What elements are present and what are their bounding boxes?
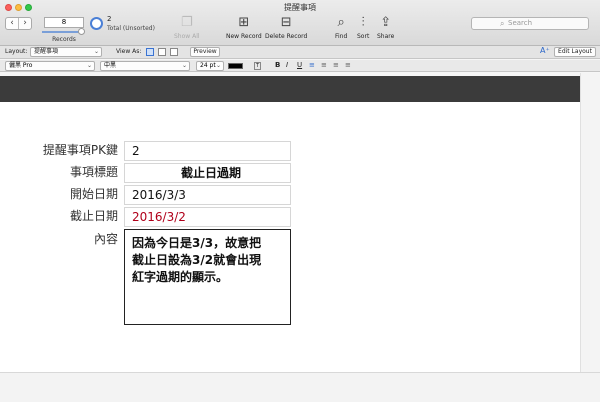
view-as-label: View As: xyxy=(116,48,142,55)
content-field[interactable]: 因為今日是3/3，故意把 截止日設為3/2就會出現 紅字過期的顯示。 xyxy=(124,229,291,325)
record-slider[interactable] xyxy=(42,31,82,33)
align-left-icon[interactable]: ≡ xyxy=(309,61,315,69)
sort-icon: ⫶ xyxy=(361,15,365,30)
pk-field[interactable]: 2 xyxy=(124,141,291,161)
align-right-icon[interactable]: ≡ xyxy=(333,61,339,69)
table-view-icon[interactable] xyxy=(170,48,178,56)
pie-chart-icon xyxy=(90,17,103,30)
show-all-icon: ❐ xyxy=(180,15,193,30)
size-select-value: 24 pt xyxy=(200,62,216,69)
formatting-bar: 儷黑 Pro ⌄ 中黑 ⌄ 24 pt ⌄ T B I U ≡ ≡ ≡ ≡ xyxy=(0,60,600,72)
preview-button[interactable]: Preview xyxy=(190,47,220,57)
delete-record-icon: ⊟ xyxy=(280,15,292,30)
align-center-icon[interactable]: ≡ xyxy=(321,61,327,69)
new-record-icon: ⊞ xyxy=(238,15,250,30)
due-date-label: 截止日期 xyxy=(69,209,118,223)
start-date-field[interactable]: 2016/3/3 xyxy=(124,185,291,205)
new-record-button[interactable]: ⊞ New Record xyxy=(226,15,262,40)
layout-select[interactable]: 提醒事項 ⌄ xyxy=(30,47,102,57)
find-button[interactable]: ⌕ Find xyxy=(335,15,347,40)
layout-label: Layout: xyxy=(5,48,28,55)
title-label: 事項標題 xyxy=(69,165,118,179)
chevron-right-icon[interactable]: › xyxy=(18,18,31,29)
italic-button[interactable]: I xyxy=(286,61,288,69)
style-select[interactable]: 中黑 ⌄ xyxy=(100,61,190,71)
font-select[interactable]: 儷黑 Pro ⌄ xyxy=(5,61,95,71)
status-area xyxy=(0,372,600,402)
vertical-scrollbar[interactable] xyxy=(580,73,600,373)
sort-label: Sort xyxy=(357,33,370,40)
content-label: 內容 xyxy=(93,232,118,246)
sort-button[interactable]: ⫶ Sort xyxy=(357,15,369,40)
search-placeholder: Search xyxy=(508,19,533,27)
text-size-icon[interactable]: A⁺ xyxy=(540,46,550,55)
record-navigation: ‹ › xyxy=(5,17,32,30)
layout-header-part xyxy=(0,76,580,102)
share-icon: ⇪ xyxy=(380,15,392,30)
chevron-left-icon[interactable]: ‹ xyxy=(6,18,18,29)
start-date-label: 開始日期 xyxy=(69,187,118,201)
font-select-value: 儷黑 Pro xyxy=(9,62,33,69)
highlight-icon[interactable]: T xyxy=(254,62,262,70)
title-field[interactable]: 截止日過期 xyxy=(124,163,291,183)
text-color-swatch[interactable] xyxy=(228,63,243,69)
delete-record-button[interactable]: ⊟ Delete Record xyxy=(265,15,307,40)
list-view-icon[interactable] xyxy=(158,48,166,56)
search-input[interactable]: ⌕ Search xyxy=(471,17,589,30)
layout-bar: Layout: 提醒事項 ⌄ View As: Preview A⁺ Edit … xyxy=(0,46,600,59)
zoom-window-button[interactable] xyxy=(25,4,32,11)
show-all-button[interactable]: ❐ Show All xyxy=(174,15,200,40)
pk-label: 提醒事項PK鍵 xyxy=(42,143,118,157)
find-icon: ⌕ xyxy=(337,15,345,30)
chevron-down-icon: ⌄ xyxy=(215,62,221,69)
underline-button[interactable]: U xyxy=(297,61,302,69)
records-label: Records xyxy=(52,36,76,43)
found-count: 2 xyxy=(107,15,112,23)
share-button[interactable]: ⇪ Share xyxy=(377,15,394,40)
filemaker-window: 提醒事項 ‹ › 8 Records 2 Total (Unsorted) ❐ … xyxy=(0,0,600,402)
share-label: Share xyxy=(377,33,395,40)
total-label: Total (Unsorted) xyxy=(107,25,155,32)
show-all-label: Show All xyxy=(174,33,200,40)
edit-layout-button[interactable]: Edit Layout xyxy=(554,47,596,57)
record-slider-knob[interactable] xyxy=(78,28,85,35)
due-date-field[interactable]: 2016/3/2 xyxy=(124,207,291,227)
align-justify-icon[interactable]: ≡ xyxy=(345,61,351,69)
form-view-icon[interactable] xyxy=(146,48,154,56)
chevron-down-icon: ⌄ xyxy=(86,62,92,69)
delete-record-label: Delete Record xyxy=(265,33,308,40)
chevron-down-icon: ⌄ xyxy=(93,48,99,55)
find-label: Find xyxy=(335,33,348,40)
size-select[interactable]: 24 pt ⌄ xyxy=(196,61,224,71)
window-title: 提醒事項 xyxy=(284,3,316,12)
search-icon: ⌕ xyxy=(500,19,505,28)
style-select-value: 中黑 xyxy=(104,62,117,69)
minimize-window-button[interactable] xyxy=(15,4,22,11)
chevron-down-icon: ⌄ xyxy=(181,62,187,69)
new-record-label: New Record xyxy=(226,33,262,40)
toolbar: 提醒事項 ‹ › 8 Records 2 Total (Unsorted) ❐ … xyxy=(0,0,600,46)
bold-button[interactable]: B xyxy=(275,61,280,69)
close-window-button[interactable] xyxy=(5,4,12,11)
current-record-field[interactable]: 8 xyxy=(44,17,84,28)
layout-select-value: 提醒事項 xyxy=(34,48,59,55)
